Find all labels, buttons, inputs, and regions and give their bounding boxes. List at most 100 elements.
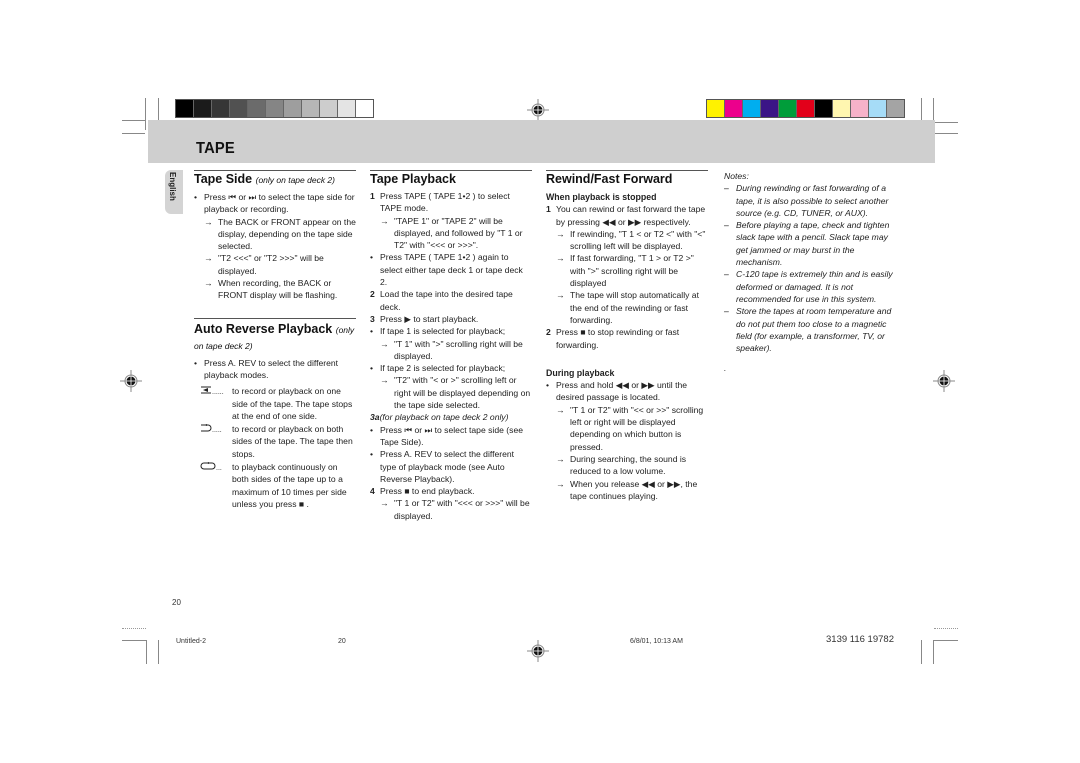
playback-mode-item: ...... to record or playback on one side … <box>194 385 356 422</box>
crop-mark <box>934 122 958 123</box>
crop-mark <box>146 640 147 664</box>
list-item: • Press ⏮ or ⏭ to select the tape side fo… <box>194 191 356 216</box>
list-marker: 3a <box>370 412 380 423</box>
note-item: – C-120 tape is extremely thin and is eas… <box>724 269 893 304</box>
list-text: "T 1" with ">" scrolling right will be d… <box>394 338 523 361</box>
list-item: → "T2" with "< or >" scrolling left or ri… <box>370 374 532 411</box>
list-text: "T2 <<<" or "T2 >>>" will be displayed. <box>218 253 324 276</box>
language-tab-label: English <box>168 172 177 201</box>
list-item: • If tape 2 is selected for playback; <box>370 362 532 374</box>
playback-mode-text: to record or playback on both sides of t… <box>232 424 353 459</box>
column-tape-side: Tape Side (only on tape deck 2) • Press ⏮… <box>194 172 356 511</box>
list-marker: • <box>370 363 374 374</box>
crop-mark <box>122 120 145 121</box>
list-marker: • <box>370 326 374 337</box>
crop-mark <box>933 640 934 664</box>
notes: Notes: – During rewinding or fast forward… <box>724 170 896 375</box>
crop-mark <box>158 640 159 664</box>
list-item: → "T 1 or T2" with "<< or >>" scrolling l… <box>546 404 708 453</box>
list-text: "T2" with "< or >" scrolling left or rig… <box>394 375 531 411</box>
list-item: → The tape will stop automatically at the… <box>546 289 708 326</box>
list-text: If rewinding, "T 1 < or T2 <" with "<" s… <box>570 228 706 252</box>
list-text: Press TAPE ( TAPE 1•2 ) again to select … <box>380 252 523 288</box>
list-text: Load the tape into the desired tape deck… <box>380 289 513 312</box>
page-number: 20 <box>172 598 181 607</box>
list-text: During searching, the sound is reduced t… <box>570 453 687 477</box>
crop-mark <box>934 133 958 134</box>
subheading-during-playback: During playback <box>546 367 615 378</box>
color-swatch <box>707 100 725 117</box>
leader-dots: ...... <box>212 389 224 397</box>
list-marker: → <box>556 453 565 464</box>
color-swatch <box>797 100 815 117</box>
list-item: 2 Press ■ to stop rewinding or fast forwa… <box>546 326 708 351</box>
list-text: You can rewind or fast forward the tape … <box>556 204 706 227</box>
color-swatch <box>851 100 869 117</box>
list-marker: 4 <box>370 486 375 497</box>
list-text: Press A. REV to select the different typ… <box>380 449 515 484</box>
divider <box>194 170 356 171</box>
color-swatch <box>284 100 302 117</box>
list-text: If tape 2 is selected for playback; <box>380 363 506 374</box>
list-item: → "T 1" with ">" scrolling right will be … <box>370 338 532 363</box>
list-item: 4 Press ■ to end playback. <box>370 485 532 497</box>
color-swatch <box>743 100 761 117</box>
list-marker: 1 <box>370 191 375 201</box>
list-item: → "TAPE 1" or "TAPE 2" will be displayed,… <box>370 215 532 252</box>
column-tape-playback: Tape Playback 1 Press TAPE ( TAPE 1•2 ) t… <box>370 172 532 522</box>
stray-mark: . <box>724 363 727 374</box>
list-item: → "T 1 or T2" with "<<< or >>>" will be d… <box>370 497 532 522</box>
list-item: 2 Load the tape into the desired tape dec… <box>370 288 532 313</box>
color-swatch <box>815 100 833 117</box>
crop-mark <box>934 628 958 629</box>
list-text: "T 1 or T2" with "<< or >>" scrolling le… <box>570 404 704 452</box>
crop-mark <box>122 133 145 134</box>
one-side-icon <box>200 386 212 396</box>
color-swatch <box>833 100 851 117</box>
list-item: → If fast forwarding, "T 1 > or T2 >" wit… <box>546 252 708 289</box>
process-color-bar <box>706 99 905 118</box>
list-marker: → <box>556 253 565 264</box>
list-marker: → <box>380 498 389 509</box>
playback-mode-text: to record or playback on one side of the… <box>232 386 353 421</box>
section-title: TAPE <box>196 140 235 157</box>
color-swatch <box>356 100 373 117</box>
list-marker: 2 <box>370 289 375 300</box>
list-item: • If tape 1 is selected for playback; <box>370 325 532 337</box>
color-swatch <box>230 100 248 117</box>
file-name: Untitled-2 <box>176 638 206 645</box>
column-rewind-fast-forward: Rewind/Fast Forward When playback is sto… <box>546 172 708 502</box>
crop-mark <box>921 640 922 664</box>
crop-mark <box>122 628 146 629</box>
list-text: "TAPE 1" or "TAPE 2" will be displayed, … <box>394 215 523 251</box>
list-item: → When you release ◀◀ or ▶▶, the tape con… <box>546 478 708 503</box>
list-marker: • <box>546 380 550 391</box>
divider <box>194 317 356 319</box>
list-text: Press ▶ to start playback. <box>380 313 479 324</box>
list-marker: → <box>380 215 389 226</box>
list-marker: → <box>380 375 389 386</box>
list-marker: → <box>204 216 213 227</box>
grayscale-color-bar <box>175 99 374 118</box>
crop-mark <box>122 640 146 641</box>
color-swatch <box>212 100 230 117</box>
list-text: Press and hold ◀◀ or ▶▶ until the desire… <box>556 380 688 403</box>
list-text: If tape 1 is selected for playback; <box>380 326 506 337</box>
list-item: 1 Press TAPE ( TAPE 1•2 ) to select TAPE … <box>370 190 532 215</box>
list-marker: 2 <box>546 327 551 338</box>
print-timestamp: 6/8/01, 10:13 AM <box>630 638 683 645</box>
list-marker: • <box>370 424 374 435</box>
list-marker: → <box>204 253 213 264</box>
color-swatch <box>725 100 743 117</box>
color-swatch <box>302 100 320 117</box>
list-item: 1 You can rewind or fast forward the tape… <box>546 203 708 228</box>
playback-mode-item: ... to playback continuously on both side… <box>194 461 356 510</box>
leader-dots: ..... <box>212 427 222 435</box>
list-text: Press ■ to end playback. <box>380 486 475 497</box>
registration-mark-icon <box>527 640 549 662</box>
part-number: 3139 116 19782 <box>826 634 894 645</box>
list-marker: → <box>380 338 389 349</box>
continuous-icon <box>200 462 216 472</box>
list-text: Press ■ to stop rewinding or fast forwar… <box>556 327 680 350</box>
list-text: The BACK or FRONT appear on the display,… <box>218 216 356 252</box>
